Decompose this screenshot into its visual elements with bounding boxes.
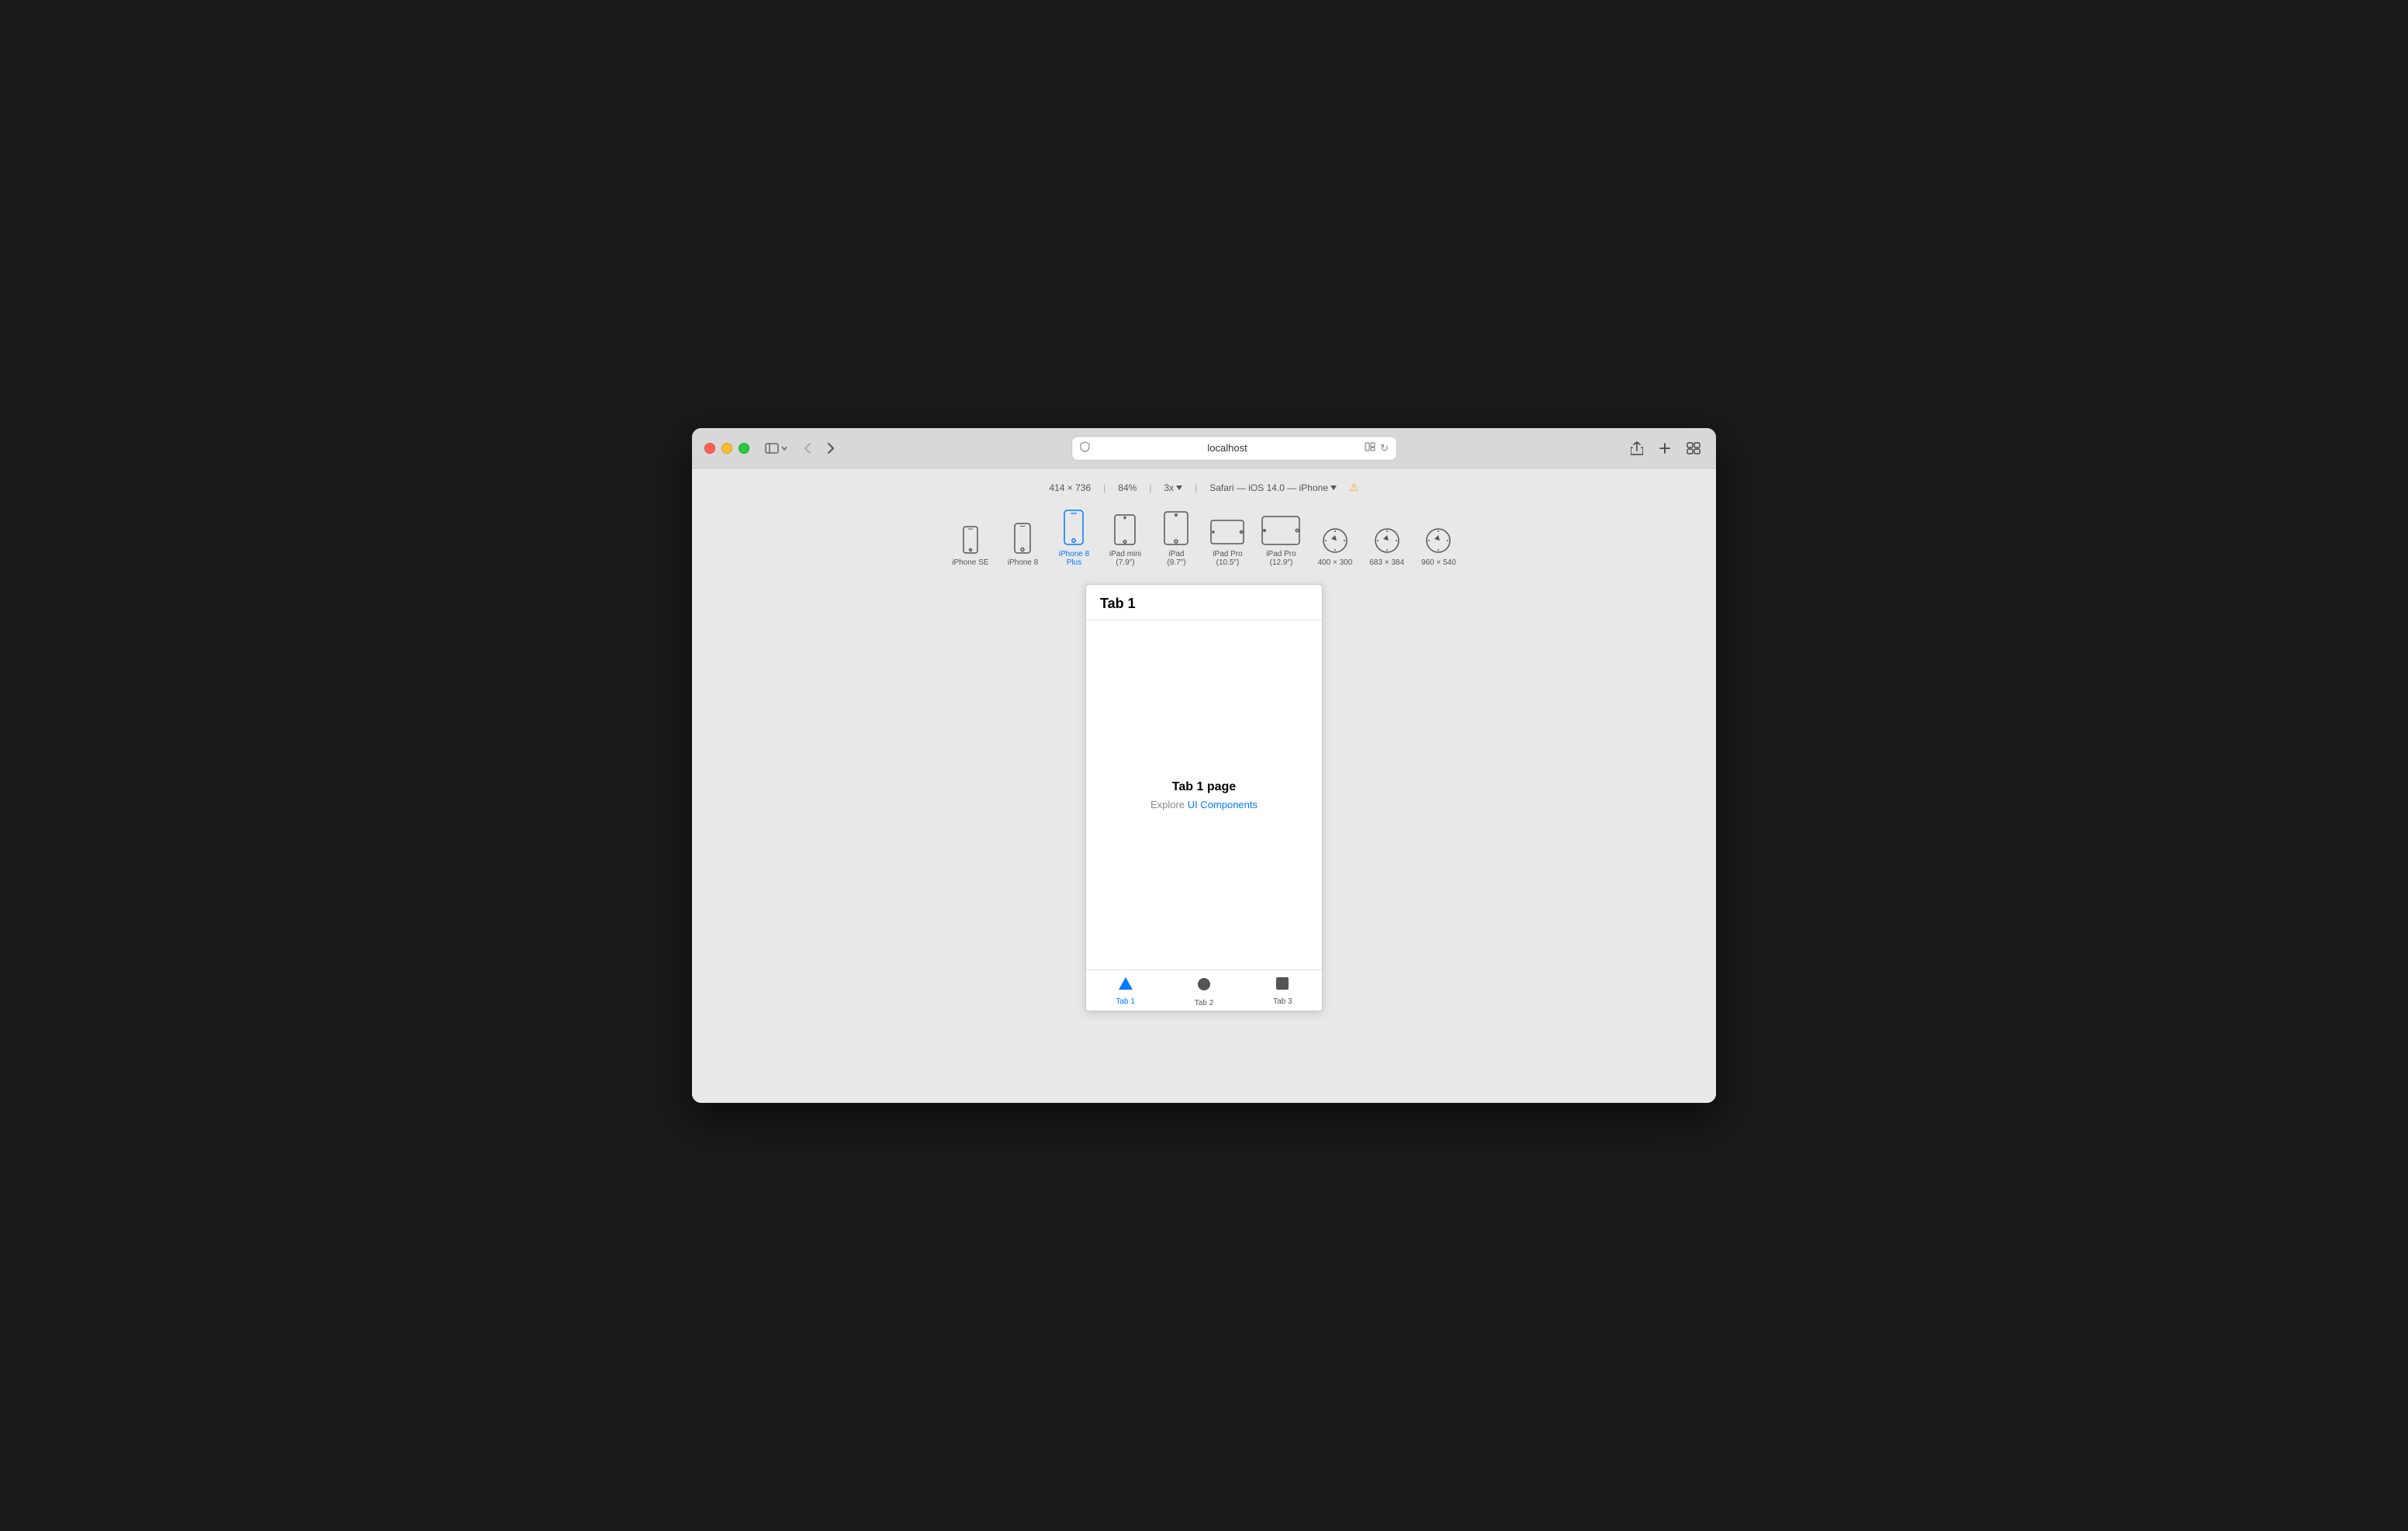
tab-bar-item-3[interactable]: Tab 3 [1244, 976, 1322, 1007]
tab-bar-item-1[interactable]: Tab 1 [1086, 976, 1164, 1007]
sidebar-toggle-button[interactable] [765, 443, 788, 454]
tab-page-subtitle: Explore UI Components [1150, 799, 1258, 810]
iphone-se-icon [962, 526, 979, 554]
minimize-button[interactable] [721, 443, 732, 454]
phone-header: Tab 1 [1086, 585, 1322, 620]
iphone-8-icon [1013, 523, 1032, 554]
close-button[interactable] [704, 443, 715, 454]
device-list: iPhone SE iPhone 8 [930, 505, 1478, 572]
browser-window: localhost ↻ [692, 428, 1716, 1103]
tab-grid-button[interactable] [1683, 439, 1704, 458]
ipad-icon [1163, 511, 1189, 545]
device-info-dropdown[interactable]: Safari — iOS 14.0 — iPhone [1209, 482, 1337, 493]
device-label-ipad-pro-129: iPad Pro(12.9″) [1266, 550, 1296, 567]
dimensions-bar: 414 × 736 | 84% | 3x | Safari — iOS 14.0… [1049, 481, 1358, 494]
forward-button[interactable] [821, 439, 841, 458]
reader-mode-icon[interactable] [1365, 442, 1375, 454]
ipad-pro-129-icon [1261, 516, 1300, 545]
refresh-icon[interactable]: ↻ [1380, 442, 1389, 454]
device-iphone-8-plus[interactable]: iPhone 8Plus [1050, 505, 1097, 572]
toolbar-right [1628, 438, 1704, 458]
pixel-ratio-dropdown[interactable]: 3x [1164, 482, 1182, 493]
tab3-label: Tab 3 [1273, 997, 1292, 1006]
ipad-pro-105-icon [1210, 519, 1244, 545]
responsive-toolbar: 414 × 736 | 84% | 3x | Safari — iOS 14.0… [692, 468, 1716, 578]
explore-text: Explore [1150, 799, 1188, 810]
device-iphone-se[interactable]: iPhone SE [946, 521, 995, 572]
zoom-dropdown[interactable]: 84% [1118, 482, 1137, 493]
phone-frame: Tab 1 Tab 1 page Explore UI Components [1085, 584, 1323, 1011]
device-label-400x300: 400 × 300 [1317, 558, 1352, 567]
device-label-683x384: 683 × 384 [1369, 558, 1404, 567]
tab1-label: Tab 1 [1116, 997, 1134, 1006]
device-label-iphone-8: iPhone 8 [1008, 558, 1038, 567]
tab3-icon [1275, 976, 1289, 995]
tab2-icon [1196, 976, 1212, 997]
back-button[interactable] [797, 439, 818, 458]
maximize-button[interactable] [739, 443, 749, 454]
device-683x384[interactable]: 683 × 384 [1363, 523, 1410, 572]
tab2-label: Tab 2 [1195, 999, 1213, 1007]
iphone-8-plus-icon [1063, 510, 1085, 545]
phone-tab-bar: Tab 1 Tab 2 [1086, 969, 1322, 1011]
title-bar: localhost ↻ [692, 428, 1716, 468]
content-area: 414 × 736 | 84% | 3x | Safari — iOS 14.0… [692, 468, 1716, 1103]
device-label-ipad-pro-105: iPad Pro(10.5″) [1213, 550, 1242, 567]
address-bar-actions: ↻ [1365, 442, 1389, 454]
device-ipad-pro-105[interactable]: iPad Pro(10.5″) [1204, 514, 1251, 572]
warning-icon: ⚠ [1349, 481, 1359, 494]
device-label-960x540: 960 × 540 [1421, 558, 1456, 567]
device-960x540[interactable]: 960 × 540 [1415, 523, 1462, 572]
device-iphone-8[interactable]: iPhone 8 [999, 518, 1046, 572]
nav-buttons [797, 439, 841, 458]
device-label-iphone-8-plus: iPhone 8Plus [1059, 550, 1089, 567]
shield-icon [1080, 441, 1090, 454]
separator-1: | [1103, 482, 1105, 493]
phone-frame-container: Tab 1 Tab 1 page Explore UI Components [1085, 578, 1323, 1103]
device-label-ipad: iPad(9.7″) [1167, 550, 1185, 567]
device-label-iphone-se: iPhone SE [952, 558, 988, 567]
new-tab-button[interactable] [1656, 439, 1674, 458]
tab1-icon [1118, 976, 1133, 995]
device-ipad-mini[interactable]: iPad mini(7.9″) [1102, 510, 1148, 572]
compass-960-icon [1425, 527, 1451, 554]
device-ipad-pro-129[interactable]: iPad Pro(12.9″) [1255, 511, 1306, 572]
address-bar[interactable]: localhost ↻ [1071, 436, 1397, 461]
tab-bar-item-2[interactable]: Tab 2 [1164, 976, 1243, 1007]
device-400x300[interactable]: 400 × 300 [1311, 523, 1358, 572]
ipad-mini-icon [1113, 514, 1137, 545]
share-button[interactable] [1628, 438, 1646, 458]
device-label-ipad-mini: iPad mini(7.9″) [1109, 550, 1141, 567]
address-bar-container: localhost ↻ [850, 436, 1618, 461]
compass-683-icon [1374, 527, 1400, 554]
separator-2: | [1149, 482, 1151, 493]
ui-components-link[interactable]: UI Components [1188, 799, 1258, 810]
separator-3: | [1195, 482, 1197, 493]
device-ipad[interactable]: iPad(9.7″) [1153, 506, 1199, 572]
address-text: localhost [1096, 442, 1358, 454]
compass-400-icon [1322, 527, 1348, 554]
tab-page-title: Tab 1 page [1172, 780, 1236, 794]
phone-body: Tab 1 page Explore UI Components [1086, 620, 1322, 969]
dimensions-value: 414 × 736 [1049, 482, 1091, 493]
traffic-lights [704, 443, 749, 454]
